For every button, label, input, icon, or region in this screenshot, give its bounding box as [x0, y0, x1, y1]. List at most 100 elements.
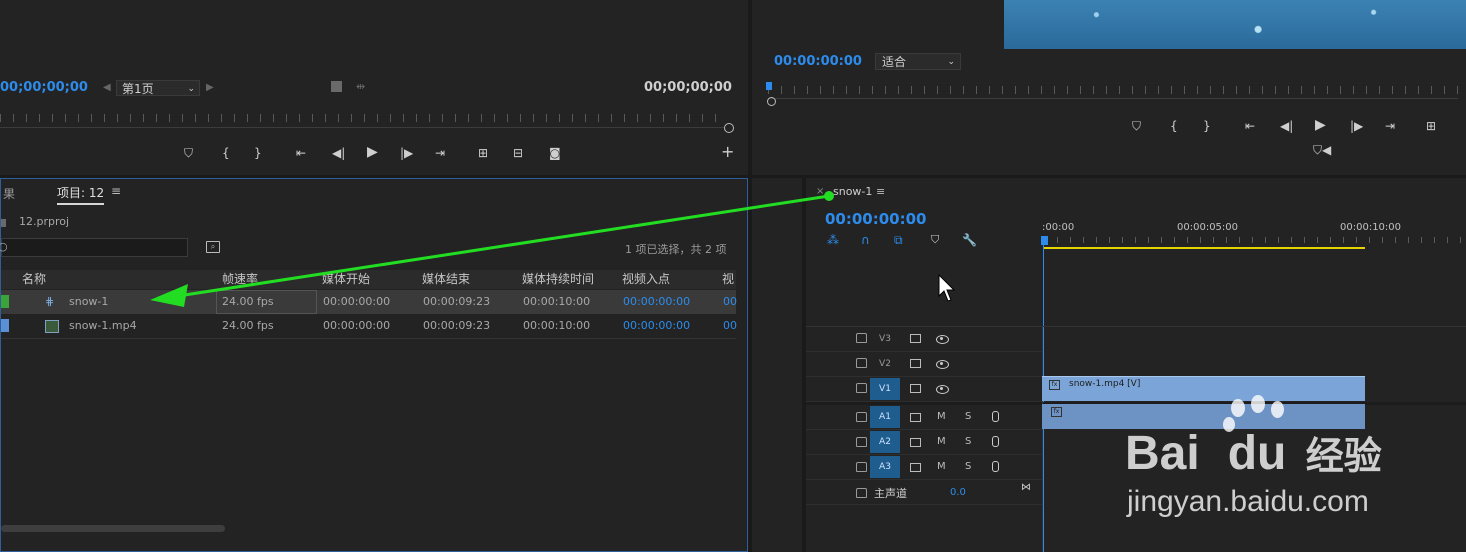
item-in[interactable]: 00:00:00:00	[623, 290, 690, 314]
timeline-timecode[interactable]: 00:00:00:00	[825, 210, 927, 228]
step-back-icon[interactable]: ◀|	[1280, 119, 1293, 133]
horizontal-scrollbar[interactable]	[1, 525, 225, 532]
track-target[interactable]: V2	[870, 353, 900, 375]
page-select[interactable]: 第1页 ⌄	[116, 80, 200, 96]
track-v3[interactable]: V3	[806, 327, 1042, 352]
col-media-start[interactable]: 媒体开始	[322, 270, 370, 288]
camera-icon[interactable]: ◙	[549, 146, 561, 160]
lock-icon[interactable]	[856, 383, 867, 393]
source-next-page-icon[interactable]: ▶	[206, 82, 214, 93]
label-color-swatch[interactable]	[1, 319, 9, 332]
track-target[interactable]: A2	[870, 431, 900, 453]
track-target[interactable]: A3	[870, 456, 900, 478]
col-video-extra[interactable]: 视	[722, 270, 734, 288]
overwrite-clip-icon[interactable]: ⊟	[513, 146, 523, 160]
step-forward-icon[interactable]: |▶	[1350, 119, 1363, 133]
step-back-icon[interactable]: ◀|	[332, 146, 345, 160]
col-video-in[interactable]: 视频入点	[622, 270, 670, 288]
snap-icon[interactable]: ⁂	[827, 233, 839, 247]
linked-selection-icon[interactable]: ⧉	[894, 233, 903, 248]
col-name[interactable]: 名称	[22, 270, 46, 288]
source-timecode-left[interactable]: 00;00;00;00	[0, 80, 88, 95]
col-media-duration[interactable]: 媒体持续时间	[522, 270, 594, 288]
col-fps[interactable]: 帧速率	[222, 270, 258, 288]
eye-icon[interactable]	[936, 360, 949, 369]
item-in[interactable]: 00:00:00:00	[623, 314, 690, 338]
label-color-swatch[interactable]	[1, 295, 9, 308]
new-bin-search-icon[interactable]: ⌕	[206, 241, 220, 253]
sync-lock-icon[interactable]	[910, 413, 921, 422]
lock-icon[interactable]	[856, 462, 867, 472]
lock-icon[interactable]	[856, 412, 867, 422]
play-icon[interactable]: ▶	[1315, 118, 1326, 132]
track-a1[interactable]: A1 M S	[806, 405, 1042, 430]
search-input[interactable]: ○	[0, 238, 188, 257]
track-v1[interactable]: V1	[806, 377, 1042, 402]
item-fps[interactable]: 24.00 fps	[222, 314, 274, 338]
go-to-out-icon[interactable]: ⇥	[435, 146, 445, 160]
item-extra[interactable]: 00	[723, 314, 737, 338]
program-ruler[interactable]	[768, 86, 1458, 94]
wrench-icon[interactable]: 🔧	[962, 233, 977, 247]
mark-out-icon[interactable]: }	[1203, 119, 1211, 133]
track-target[interactable]: V3	[870, 328, 900, 350]
track-target[interactable]: A1	[870, 406, 900, 428]
item-name[interactable]: snow-1	[69, 290, 108, 314]
tab-effects[interactable]: 果	[3, 185, 15, 202]
timeline-ruler[interactable]	[1044, 237, 1466, 243]
mute-button[interactable]: M	[937, 436, 946, 447]
sequence-tab[interactable]: snow-1	[833, 185, 872, 198]
item-name[interactable]: snow-1.mp4	[69, 314, 137, 338]
mark-in-icon[interactable]: {	[1170, 119, 1178, 133]
track-target[interactable]: V1	[870, 378, 900, 400]
step-forward-icon[interactable]: |▶	[400, 146, 413, 160]
item-fps[interactable]: 24.00 fps	[222, 290, 274, 314]
sync-lock-icon[interactable]	[910, 334, 921, 343]
microphone-icon[interactable]	[992, 411, 999, 422]
eye-icon[interactable]	[936, 385, 949, 394]
lock-icon[interactable]	[856, 358, 867, 368]
sync-lock-icon[interactable]	[910, 359, 921, 368]
table-row[interactable]: ⋕ snow-1 24.00 fps 00:00:00:00 00:00:09:…	[1, 290, 737, 314]
go-to-end-icon[interactable]: ⋈	[1021, 482, 1031, 493]
close-tab-icon[interactable]: ×	[816, 186, 824, 197]
go-to-in-icon[interactable]: ⇤	[296, 146, 306, 160]
insert-icon[interactable]: ⇹	[356, 80, 365, 93]
source-ruler[interactable]	[0, 114, 724, 122]
master-volume[interactable]: 0.0	[950, 487, 966, 498]
track-v2[interactable]: V2	[806, 352, 1042, 377]
eye-icon[interactable]	[936, 335, 949, 344]
program-playhead[interactable]	[766, 82, 772, 90]
marker-icon[interactable]: ⛉	[184, 146, 193, 160]
master-track[interactable]: 主声道 0.0	[806, 480, 1042, 505]
solo-button[interactable]: S	[965, 461, 971, 472]
magnet-icon[interactable]: ∩	[861, 233, 870, 247]
table-row[interactable]: snow-1.mp4 24.00 fps 00:00:00:00 00:00:0…	[1, 314, 737, 338]
timeline-menu-icon[interactable]: ≡	[876, 185, 885, 198]
lock-icon[interactable]	[856, 488, 867, 498]
lock-icon[interactable]	[856, 437, 867, 447]
insert-clip-icon[interactable]: ⊞	[478, 146, 488, 160]
program-timecode[interactable]: 00:00:00:00	[774, 54, 862, 69]
sync-lock-icon[interactable]	[910, 438, 921, 447]
microphone-icon[interactable]	[992, 461, 999, 472]
source-playhead-end[interactable]	[724, 123, 734, 133]
sync-lock-icon[interactable]	[910, 384, 921, 393]
go-to-out-icon[interactable]: ⇥	[1385, 119, 1395, 133]
work-area-bar[interactable]	[1044, 247, 1365, 249]
extract-icon[interactable]: ⛉◀	[1313, 143, 1331, 157]
lock-icon[interactable]	[856, 333, 867, 343]
mute-button[interactable]: M	[937, 411, 946, 422]
add-button-icon[interactable]: +	[721, 144, 734, 160]
export-frame-icon[interactable]	[331, 81, 342, 92]
go-to-in-icon[interactable]: ⇤	[1245, 119, 1255, 133]
fit-select[interactable]: 适合 ⌄	[875, 53, 961, 70]
solo-button[interactable]: S	[965, 436, 971, 447]
tab-project[interactable]: 项目: 12	[57, 184, 105, 205]
play-icon[interactable]: ▶	[367, 145, 378, 159]
mute-button[interactable]: M	[937, 461, 946, 472]
col-media-end[interactable]: 媒体结束	[422, 270, 470, 288]
mark-out-icon[interactable]: }	[254, 146, 262, 160]
track-a3[interactable]: A3 M S	[806, 455, 1042, 480]
program-zoom-handle[interactable]	[767, 97, 776, 106]
